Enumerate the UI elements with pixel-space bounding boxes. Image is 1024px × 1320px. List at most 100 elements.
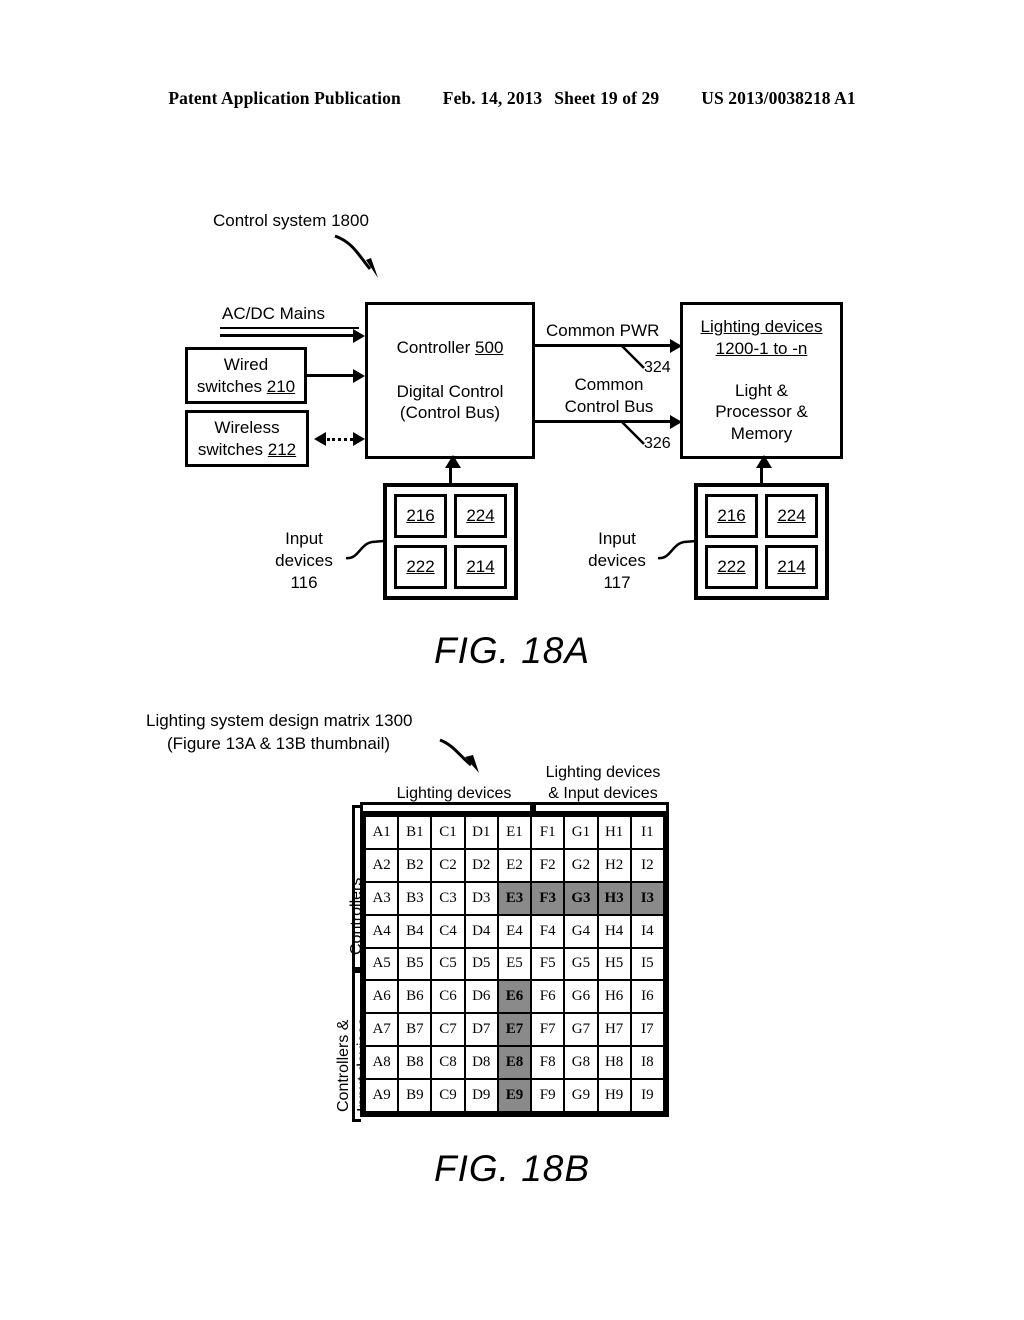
matrix-cell-e5: E5	[496, 946, 533, 982]
lighting-devices-line5: Memory	[730, 424, 793, 444]
matrix-cell-d2: D2	[463, 847, 499, 883]
matrix-cell-g7: G7	[563, 1012, 599, 1048]
matrix-cell-g2: G2	[563, 847, 599, 883]
matrix-cell-i3: I3	[629, 880, 666, 916]
matrix-cell-i4: I4	[629, 913, 666, 949]
matrix-cell-d3: D3	[463, 880, 499, 916]
matrix-cell-c5: C5	[430, 946, 466, 982]
matrix-cell-d6: D6	[463, 979, 499, 1015]
matrix-cell-i7: I7	[629, 1012, 666, 1048]
matrix-cell-c7: C7	[430, 1012, 466, 1048]
common-control-bus-label-line1: Common	[574, 375, 644, 394]
input-devices-left-box: 216 224 222 214	[383, 483, 518, 600]
matrix-cell-h3: H3	[596, 880, 632, 916]
header-date-text: Feb. 14, 2013	[442, 88, 543, 108]
matrix-row: A3 B3 C3 D3 E3 F3 G3 H3 I3	[363, 880, 666, 916]
input-devices-right-ref: 117	[603, 573, 631, 592]
matrix-cell-g6: G6	[563, 979, 599, 1015]
input-devices-left-label-line1: Input	[285, 529, 323, 548]
matrix-cell-c6: C6	[430, 979, 466, 1015]
input-devices-right-cell-222: 222	[705, 545, 758, 589]
input-devices-left-cell-216: 216	[394, 494, 447, 538]
matrix-row: A6 B6 C6 D6 E6 F6 G6 H6 I6	[363, 979, 666, 1015]
matrix-cell-f9: F9	[530, 1078, 566, 1113]
matrix-cell-e2: E2	[496, 847, 533, 883]
ac-dc-mains-underline	[220, 327, 359, 329]
matrix-cell-h2: H2	[596, 847, 632, 883]
matrix-cell-i2: I2	[629, 847, 666, 883]
matrix-row: A1 B1 C1 D1 E1 F1 G1 H1 I1	[363, 815, 666, 850]
matrix-cell-d5: D5	[463, 946, 499, 982]
fig-18b-caption: FIG. 18B	[433, 1148, 591, 1189]
matrix-row: A4 B4 C4 D4 E4 F4 G4 H4 I4	[363, 913, 666, 949]
matrix-cell-f8: F8	[530, 1045, 566, 1080]
input-devices-left-leader-line	[345, 539, 385, 560]
input-devices-right-cell-216: 216	[705, 494, 758, 538]
matrix-cell-b2: B2	[397, 847, 433, 883]
matrix-cell-i6: I6	[629, 979, 666, 1015]
matrix-cell-a7: A7	[363, 1012, 400, 1048]
matrix-cell-d4: D4	[463, 913, 499, 949]
matrix-cell-a1: A1	[363, 815, 400, 850]
input-devices-left-cell-222: 222	[394, 545, 447, 589]
matrix-cell-d9: D9	[463, 1078, 499, 1113]
matrix-cell-e1: E1	[496, 815, 533, 850]
matrix-cell-b7: B7	[397, 1012, 433, 1048]
matrix-row: A9 B9 C9 D9 E9 F9 G9 H9 I9	[363, 1078, 666, 1113]
controller-title-line: Controller 500	[396, 337, 504, 357]
matrix-cell-d1: D1	[463, 815, 499, 850]
lighting-devices-line4: Processor &	[715, 402, 808, 422]
matrix-cell-i1: I1	[629, 815, 666, 850]
controller-box: Controller 500 Digital Control (Control …	[365, 302, 535, 459]
matrix-cell-f4: F4	[530, 913, 566, 949]
matrix-cell-f5: F5	[530, 946, 566, 982]
matrix-row: A7 B7 C7 D7 E7 F7 G7 H7 I7	[363, 1012, 666, 1048]
matrix-cell-f2: F2	[530, 847, 566, 883]
column-group-2-label-line1: Lighting devices	[545, 764, 661, 781]
matrix-cell-a9: A9	[363, 1078, 400, 1113]
wireless-switches-line2: switches 212	[197, 439, 297, 459]
matrix-cell-b6: B6	[397, 979, 433, 1015]
matrix-cell-i8: I8	[629, 1045, 666, 1080]
input-devices-right-cell-214: 214	[765, 545, 818, 589]
common-control-bus-label-line2: Control Bus	[564, 397, 654, 416]
matrix-cell-g1: G1	[563, 815, 599, 850]
matrix-cell-b4: B4	[397, 913, 433, 949]
column-group-2-bracket	[533, 802, 669, 811]
matrix-cell-c9: C9	[430, 1078, 466, 1113]
wired-switches-ref: 210	[266, 376, 296, 396]
matrix-cell-c3: C3	[430, 880, 466, 916]
matrix-cell-h8: H8	[596, 1045, 632, 1080]
controller-line3: (Control Bus)	[399, 403, 501, 423]
matrix-cell-h9: H9	[596, 1078, 632, 1113]
lighting-devices-box: Lighting devices 1200-1 to -n Light & Pr…	[680, 302, 843, 459]
matrix-cell-b3: B3	[397, 880, 433, 916]
input-devices-right-label-line2: devices	[588, 551, 646, 570]
ac-dc-mains-arrowhead	[353, 329, 365, 343]
matrix-cell-i5: I5	[629, 946, 666, 982]
matrix-cell-a2: A2	[363, 847, 400, 883]
publication-header: Patent Application Publication Feb. 14, 2…	[0, 88, 1024, 109]
wireless-link-left-arrowhead	[314, 432, 326, 446]
matrix-cell-a3: A3	[363, 880, 400, 916]
wireless-link-dotted-line	[327, 438, 353, 441]
matrix-cell-g5: G5	[563, 946, 599, 982]
patent-drawing-page: Patent Application Publication Feb. 14, 2…	[0, 0, 1024, 1320]
matrix-row: A2 B2 C2 D2 E2 F2 G2 H2 I2	[363, 847, 666, 883]
header-publication-text: Patent Application Publication	[168, 88, 401, 108]
matrix-cell-g4: G4	[563, 913, 599, 949]
matrix-cell-h4: H4	[596, 913, 632, 949]
matrix-row: A8 B8 C8 D8 E8 F8 G8 H8 I8	[363, 1045, 666, 1080]
input-devices-left-cell-214: 214	[454, 545, 507, 589]
design-matrix-pointer-arrow	[439, 738, 479, 773]
input-devices-right-box: 216 224 222 214	[694, 483, 829, 600]
matrix-cell-f1: F1	[530, 815, 566, 850]
matrix-row: A5 B5 C5 D5 E5 F5 G5 H5 I5	[363, 946, 666, 982]
lighting-devices-title: Lighting devices	[700, 317, 823, 337]
wireless-switches-box: Wireless switches 212	[185, 410, 309, 467]
matrix-cell-e4: E4	[496, 913, 533, 949]
matrix-cell-e9: E9	[496, 1078, 533, 1113]
matrix-cell-b5: B5	[397, 946, 433, 982]
left-input-devices-arrowhead	[445, 455, 461, 468]
design-matrix-title-line1: Lighting system design matrix 1300	[146, 711, 413, 730]
